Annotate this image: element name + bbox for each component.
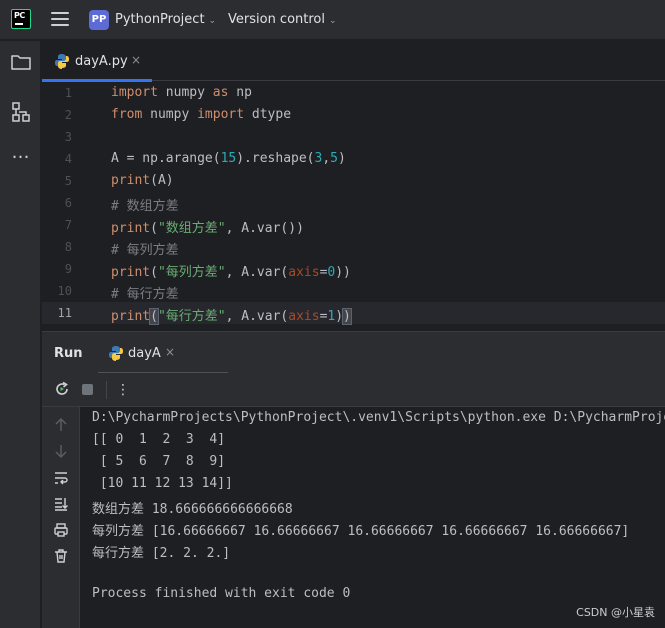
code-line: 2 from numpy import dtype (42, 104, 665, 126)
run-toolbar: ⋮ (42, 373, 665, 407)
console-line: [[ 0 1 2 3 4] (92, 432, 226, 447)
code-comment: # 每行方差 (111, 287, 179, 302)
code-text: print("每行方差", A.var(axis=1)) (111, 308, 352, 325)
code-text: A = np.arange(15).reshape(3,5) (111, 151, 346, 166)
code-text: print(A) (111, 173, 174, 188)
close-icon[interactable]: × (165, 345, 175, 359)
folder-icon[interactable] (9, 50, 33, 74)
run-panel-header: Run dayA × (42, 331, 665, 374)
version-control-label: Version control (228, 12, 325, 27)
console-line: [ 5 6 7 8 9] (92, 454, 226, 469)
toolbar-separator (106, 381, 107, 399)
line-number: 10 (57, 284, 72, 298)
console-line: [10 11 12 13 14]] (92, 476, 233, 491)
text-caret (350, 308, 352, 323)
tab-dayA-py[interactable]: dayA.py × (42, 41, 152, 82)
line-number: 1 (64, 86, 72, 100)
console-actions (42, 407, 80, 628)
code-line: 4 A = np.arange(15).reshape(3,5) (42, 148, 665, 170)
more-icon[interactable]: … (9, 141, 33, 165)
code-line: 5 print(A) (42, 170, 665, 192)
console-line: D:\PycharmProjects\PythonProject\.venv1\… (92, 410, 665, 425)
trash-icon[interactable] (53, 548, 69, 564)
code-text: print("每列方差", A.var(axis=0)) (111, 265, 351, 280)
line-number: 11 (57, 306, 72, 320)
close-icon[interactable]: × (131, 53, 141, 67)
code-text: from numpy import dtype (111, 107, 292, 122)
tool-window-strip: … (0, 41, 41, 628)
app-logo-text: PC (14, 11, 25, 20)
line-number: 9 (64, 262, 72, 276)
more-options-icon[interactable]: ⋮ (116, 378, 130, 402)
code-line: 3 (42, 126, 665, 148)
project-selector[interactable]: PythonProject ⌄ (115, 12, 216, 27)
code-line: 7 print("数组方差", A.var()) (42, 214, 665, 236)
code-editor[interactable]: 1 import numpy as np 2 from numpy import… (42, 82, 665, 330)
console-line: 每列方差 [16.66666667 16.66666667 16.6666666… (92, 524, 630, 539)
run-title: Run (54, 346, 83, 361)
line-number: 7 (64, 218, 72, 232)
line-number: 4 (64, 152, 72, 166)
code-line-current: 11 print("每行方差", A.var(axis=1)) (42, 302, 665, 325)
code-line: 6 # 数组方差 (42, 192, 665, 214)
console-line: Process finished with exit code 0 (92, 586, 351, 601)
print-icon[interactable] (53, 522, 69, 538)
project-name: PythonProject (115, 12, 205, 27)
chevron-down-icon: ⌄ (208, 16, 217, 26)
code-line: 10 # 每行方差 (42, 280, 665, 302)
line-number: 6 (64, 196, 72, 210)
python-run-config-icon (109, 346, 123, 361)
scroll-to-end-icon[interactable] (53, 496, 69, 512)
soft-wrap-icon[interactable] (53, 470, 69, 486)
line-number: 8 (64, 240, 72, 254)
line-number: 5 (64, 174, 72, 188)
main-menu-icon[interactable] (51, 12, 69, 28)
console-line: 每行方差 [2. 2. 2.] (92, 546, 231, 561)
structure-icon[interactable] (9, 100, 33, 124)
version-control-menu[interactable]: Version control ⌄ (228, 12, 337, 27)
line-number: 3 (64, 130, 72, 144)
pycharm-logo-icon[interactable]: PC (11, 9, 31, 29)
run-tab-dayA[interactable]: dayA × (98, 332, 228, 374)
watermark: CSDN @小星袁 (576, 606, 655, 619)
editor-tab-bar: dayA.py × (42, 41, 665, 82)
code-line: 1 import numpy as np (42, 82, 665, 104)
code-line: 8 # 每列方差 (42, 236, 665, 258)
rerun-icon[interactable] (54, 381, 70, 397)
code-comment: # 每列方差 (111, 243, 179, 258)
run-tab-label: dayA (128, 346, 161, 361)
title-bar: PC PP PythonProject ⌄ Version control ⌄ (0, 0, 665, 40)
code-line: 9 print("每列方差", A.var(axis=0)) (42, 258, 665, 280)
code-text: print("数组方差", A.var()) (111, 221, 304, 236)
stop-icon[interactable] (82, 384, 93, 395)
run-console[interactable]: D:\PycharmProjects\PythonProject\.venv1\… (80, 407, 665, 628)
python-file-icon (55, 54, 69, 69)
line-number: 2 (64, 108, 72, 122)
arrow-down-icon[interactable] (53, 443, 69, 459)
code-text: import numpy as np (111, 85, 252, 100)
code-comment: # 数组方差 (111, 199, 179, 214)
project-badge[interactable]: PP (89, 10, 109, 30)
arrow-up-icon[interactable] (53, 417, 69, 433)
chevron-down-icon: ⌄ (329, 16, 337, 26)
tab-label: dayA.py (75, 54, 128, 69)
console-line: 数组方差 18.666666666666668 (92, 502, 293, 517)
